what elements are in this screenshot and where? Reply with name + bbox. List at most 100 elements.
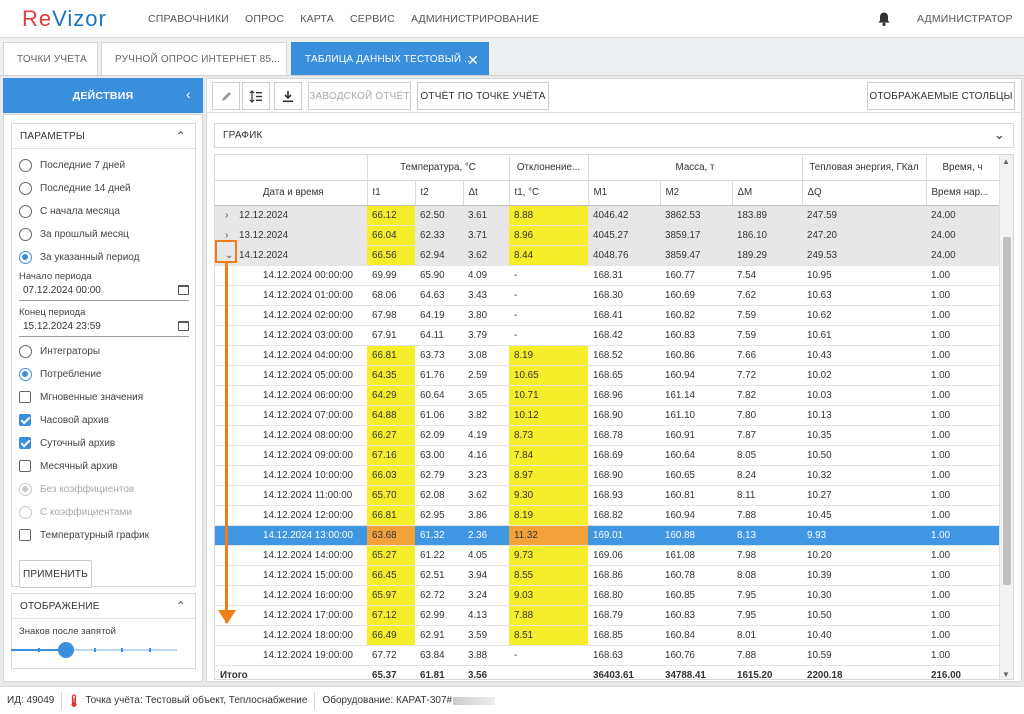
table-row[interactable]: 14.12.2024 04:00:00 66.81 63.73 3.08 8.19 168… bbox=[215, 345, 1000, 366]
nav-administration[interactable]: АДМИНИСТРИРОВАНИЕ bbox=[411, 13, 539, 25]
table-row[interactable]: 14.12.2024 08:00:00 66.27 62.09 4.19 8.73 168… bbox=[215, 425, 1000, 446]
radio-selected-icon[interactable] bbox=[19, 368, 32, 381]
mode-integrators[interactable]: Интеграторы bbox=[19, 345, 100, 358]
check-hourly-archive[interactable]: Часовой архив bbox=[19, 414, 109, 426]
apply-button[interactable]: ПРИМЕНИТЬ bbox=[19, 560, 92, 588]
table-row[interactable]: 14.12.2024 01:00:00 68.06 64.63 3.43-168.30… bbox=[215, 285, 1000, 306]
actions-button[interactable]: ДЕЙСТВИЯ ‹ bbox=[3, 78, 203, 113]
scroll-down-icon[interactable]: ▼ bbox=[1002, 670, 1010, 679]
column-header[interactable]: t1 bbox=[367, 180, 416, 206]
column-header[interactable]: M2 bbox=[660, 180, 733, 206]
column-header[interactable]: t1, °C bbox=[509, 180, 589, 206]
nav-directories[interactable]: СПРАВОЧНИКИ bbox=[148, 13, 229, 25]
period-custom[interactable]: За указанный период bbox=[19, 251, 139, 264]
table-row[interactable]: 14.12.2024 11:00:00 65.70 62.08 3.62 9.30 168… bbox=[215, 485, 1000, 506]
check-daily-archive[interactable]: Суточный архив bbox=[19, 437, 115, 449]
display-header[interactable]: ОТОБРАЖЕНИЕ ⌃ bbox=[12, 594, 195, 619]
calendar-icon[interactable] bbox=[178, 285, 189, 295]
column-header[interactable]: Дата и время bbox=[215, 180, 368, 206]
tab-data-table[interactable]: ТАБЛИЦА ДАННЫХ ТЕСТОВЫЙ ... ✕ bbox=[291, 42, 489, 75]
table-cell: 1.00 bbox=[926, 485, 1000, 506]
table-row[interactable]: 14.12.2024 19:00:00 67.72 63.84 3.88-168.63… bbox=[215, 645, 1000, 666]
table-row[interactable]: 14.12.2024 00:00:00 69.99 65.90 4.09-168.31… bbox=[215, 265, 1000, 286]
group-row[interactable]: › 12.12.2024 66.12 62.50 3.61 8.88 4046.42 3862… bbox=[215, 205, 1000, 226]
check-temperature-graph[interactable]: Температурный график bbox=[19, 529, 149, 541]
group-row[interactable]: › 13.12.2024 66.04 62.33 3.71 8.96 4045.27 3859… bbox=[215, 225, 1000, 246]
column-header[interactable]: Δt bbox=[463, 180, 510, 206]
table-cell: 1.00 bbox=[926, 445, 1000, 466]
chevron-up-icon[interactable]: ⌃ bbox=[176, 129, 186, 143]
table-row[interactable]: 14.12.2024 15:00:00 66.45 62.51 3.94 8.55 168… bbox=[215, 565, 1000, 586]
table-row[interactable]: 14.12.2024 06:00:00 64.29 60.64 3.65 10.71 16… bbox=[215, 385, 1000, 406]
tab-manual-poll[interactable]: РУЧНОЙ ОПРОС ИНТЕРНЕТ 85... bbox=[101, 42, 287, 75]
checkbox-checked-icon[interactable] bbox=[19, 414, 31, 426]
column-header[interactable]: ΔQ bbox=[802, 180, 927, 206]
revizor-logo[interactable]: ReVizor bbox=[22, 6, 140, 32]
chevron-down-icon[interactable]: ⌄ bbox=[994, 127, 1005, 143]
vertical-scrollbar[interactable]: ▲ ▼ bbox=[999, 155, 1013, 679]
table-row-selected[interactable]: 14.12.2024 13:00:00 63.68 61.32 2.36 11.32 16… bbox=[215, 525, 1000, 546]
table-row[interactable]: 14.12.2024 07:00:00 64.88 61.06 3.82 10.12 16… bbox=[215, 405, 1000, 426]
chevron-right-icon[interactable]: › bbox=[225, 230, 239, 241]
table-row[interactable]: 14.12.2024 16:00:00 65.97 62.72 3.24 9.03 168… bbox=[215, 585, 1000, 606]
end-period-input[interactable]: 15.12.2024 23:59 bbox=[19, 320, 189, 337]
scroll-up-icon[interactable]: ▲ bbox=[1002, 157, 1010, 166]
close-tab-icon[interactable]: ✕ bbox=[467, 52, 479, 69]
sort-rows-button[interactable] bbox=[242, 82, 270, 110]
nav-service[interactable]: СЕРВИС bbox=[350, 13, 395, 25]
period-last-14-days[interactable]: Последние 14 дней bbox=[19, 182, 131, 195]
checkbox-icon[interactable] bbox=[19, 529, 31, 541]
radio-selected-icon[interactable] bbox=[19, 251, 32, 264]
edit-button[interactable] bbox=[212, 82, 240, 110]
column-header[interactable]: M1 bbox=[588, 180, 661, 206]
bell-icon[interactable] bbox=[877, 11, 891, 27]
radio-icon[interactable] bbox=[19, 205, 32, 218]
period-last-month[interactable]: За прошлый месяц bbox=[19, 228, 129, 241]
option-label: За указанный период bbox=[40, 252, 140, 263]
start-period-input[interactable]: 07.12.2024 00:00 bbox=[19, 284, 189, 301]
check-monthly-archive[interactable]: Месячный архив bbox=[19, 460, 118, 472]
parameters-header[interactable]: ПАРАМЕТРЫ ⌃ bbox=[12, 124, 195, 149]
user-menu[interactable]: АДМИНИСТРАТОР bbox=[917, 13, 1013, 25]
column-header[interactable]: Время нар... bbox=[926, 180, 1000, 206]
nav-polling[interactable]: ОПРОС bbox=[245, 13, 284, 25]
check-instant-values[interactable]: Мгновенные значения bbox=[19, 391, 143, 403]
table-row[interactable]: 14.12.2024 12:00:00 66.81 62.95 3.86 8.19 168… bbox=[215, 505, 1000, 526]
download-button[interactable] bbox=[274, 82, 302, 110]
period-month-start[interactable]: С начала месяца bbox=[19, 205, 120, 218]
calendar-icon[interactable] bbox=[178, 321, 189, 331]
chevron-up-icon[interactable]: ⌃ bbox=[176, 599, 186, 613]
checkbox-checked-icon[interactable] bbox=[19, 437, 31, 449]
group-row[interactable]: ⌄ 14.12.2024 66.56 62.94 3.62 8.44 4048.76 3859… bbox=[215, 245, 1000, 266]
table-row[interactable]: 14.12.2024 05:00:00 64.35 61.76 2.59 10.65 16… bbox=[215, 365, 1000, 386]
scrollbar-thumb[interactable] bbox=[1003, 237, 1011, 585]
table-cell: 7.87 bbox=[732, 425, 803, 446]
table-cell: 10.50 bbox=[802, 605, 927, 626]
table-row[interactable]: 14.12.2024 18:00:00 66.49 62.91 3.59 8.51 168… bbox=[215, 625, 1000, 646]
radio-icon[interactable] bbox=[19, 228, 32, 241]
point-report-button[interactable]: ОТЧЁТ ПО ТОЧКЕ УЧЁТА bbox=[417, 82, 549, 110]
table-cell: 62.09 bbox=[415, 425, 463, 446]
radio-icon[interactable] bbox=[19, 159, 32, 172]
tab-metering-points[interactable]: ТОЧКИ УЧЕТА bbox=[3, 42, 98, 75]
column-header[interactable]: ΔM bbox=[732, 180, 803, 206]
nav-map[interactable]: КАРТА bbox=[300, 13, 334, 25]
column-header[interactable]: t2 bbox=[415, 180, 464, 206]
period-last-7-days[interactable]: Последние 7 дней bbox=[19, 159, 125, 172]
checkbox-icon[interactable] bbox=[19, 460, 31, 472]
radio-icon[interactable] bbox=[19, 345, 32, 358]
slider-thumb[interactable] bbox=[57, 642, 74, 658]
table-row[interactable]: 14.12.2024 17:00:00 67.12 62.99 4.13 7.88 168… bbox=[215, 605, 1000, 626]
table-row[interactable]: 14.12.2024 09:00:00 67.16 63.00 4.16 7.84 168… bbox=[215, 445, 1000, 466]
mode-consumption[interactable]: Потребление bbox=[19, 368, 101, 381]
chart-section-toggle[interactable]: ГРАФИК ⌄ bbox=[214, 123, 1014, 148]
radio-icon[interactable] bbox=[19, 182, 32, 195]
checkbox-icon[interactable] bbox=[19, 391, 31, 403]
table-row[interactable]: 14.12.2024 03:00:00 67.91 64.11 3.79-168.42… bbox=[215, 325, 1000, 346]
decimals-slider[interactable] bbox=[11, 642, 177, 658]
table-row[interactable]: 14.12.2024 10:00:00 66.03 62.79 3.23 8.97 168… bbox=[215, 465, 1000, 486]
table-row[interactable]: 14.12.2024 02:00:00 67.98 64.19 3.80-168.41… bbox=[215, 305, 1000, 326]
table-row[interactable]: 14.12.2024 14:00:00 65.27 61.22 4.05 9.73 169… bbox=[215, 545, 1000, 566]
chevron-right-icon[interactable]: › bbox=[225, 210, 239, 221]
displayed-columns-button[interactable]: ОТОБРАЖАЕМЫЕ СТОЛБЦЫ bbox=[867, 82, 1015, 110]
